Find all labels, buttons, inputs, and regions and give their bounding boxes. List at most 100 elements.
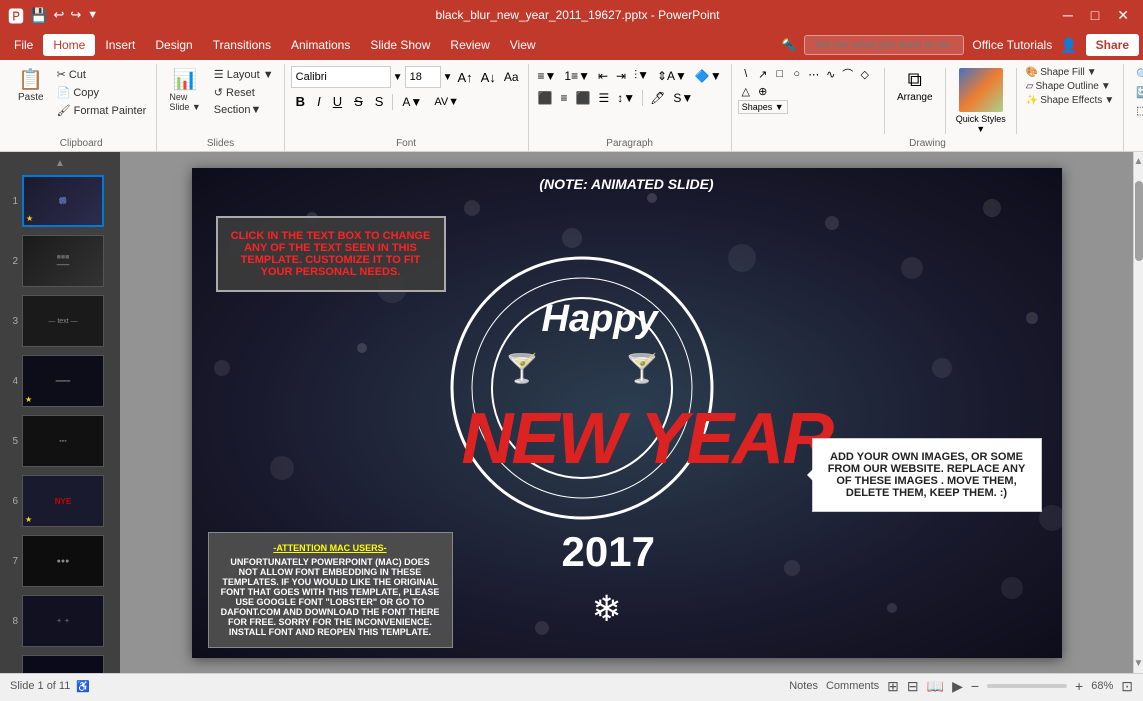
shape-outline-button[interactable]: ▱ Shape Outline ▼	[1023, 80, 1117, 93]
comments-button[interactable]: Comments	[826, 680, 879, 692]
highlight-button[interactable]: 🖊	[647, 89, 668, 107]
menu-file[interactable]: File	[4, 34, 43, 56]
menu-animations[interactable]: Animations	[281, 34, 360, 56]
reading-view-button[interactable]: 📖	[927, 678, 944, 695]
copy-button[interactable]: 📄 Copy	[53, 84, 151, 101]
underline-button[interactable]: U	[328, 92, 347, 111]
reset-button[interactable]: ↺ Reset	[210, 84, 278, 101]
align-center-button[interactable]: ≡	[557, 89, 570, 107]
slide-scroll-up[interactable]: ▲	[4, 158, 116, 169]
menu-transitions[interactable]: Transitions	[203, 34, 281, 56]
slide-sorter-button[interactable]: ⊟	[907, 678, 919, 695]
new-slide-button[interactable]: 📊 NewSlide ▼	[163, 66, 206, 116]
slide-thumb-5[interactable]: 5 ▪▪▪	[4, 413, 116, 469]
numbering-button[interactable]: 1≡▼	[561, 67, 593, 85]
menu-view[interactable]: View	[500, 34, 546, 56]
save-icon[interactable]: 💾	[30, 7, 47, 24]
slide-thumb-3[interactable]: 3 — text —	[4, 293, 116, 349]
shadow-text-button[interactable]: S▼	[670, 89, 696, 107]
scroll-thumb[interactable]	[1135, 181, 1143, 261]
menu-insert[interactable]: Insert	[95, 34, 145, 56]
bullets-button[interactable]: ≡▼	[535, 67, 560, 85]
section-button[interactable]: Section ▼	[210, 102, 278, 118]
slide-thumb-8[interactable]: 8 ✦ ✦	[4, 593, 116, 649]
align-left-button[interactable]: ⬛	[535, 89, 556, 107]
slide-thumb-6[interactable]: 6 NYE ★	[4, 473, 116, 529]
shape-connector-tool[interactable]: ⌒	[840, 66, 856, 82]
shape-curve-tool[interactable]: ∿	[823, 66, 839, 82]
redo-icon[interactable]: ↪	[70, 7, 81, 23]
office-tutorials-link[interactable]: Office Tutorials	[972, 38, 1052, 52]
decrease-font-button[interactable]: A↓	[478, 69, 499, 86]
shape-triangle-tool[interactable]: △	[738, 83, 754, 99]
shape-extra-tool[interactable]: ⊕	[755, 83, 771, 99]
slide-thumb-4[interactable]: 4 ━━━━ ★	[4, 353, 116, 409]
shape-more-tool[interactable]: ⋯	[806, 66, 822, 82]
select-button[interactable]: ⬚ Select ▼	[1130, 102, 1143, 119]
text-direction-button[interactable]: ⇕A▼	[654, 67, 690, 85]
paste-button[interactable]: 📋 Paste	[12, 66, 50, 107]
shape-line-tool[interactable]: \	[738, 66, 754, 82]
slideshow-view-button[interactable]: ▶	[952, 678, 963, 695]
share-button[interactable]: Share	[1086, 34, 1139, 56]
increase-indent-button[interactable]: ⇥	[613, 67, 629, 85]
shape-arrow-tool[interactable]: ↗	[755, 66, 771, 82]
font-size-dropdown[interactable]: ▼	[443, 72, 453, 83]
maximize-button[interactable]: □	[1085, 5, 1105, 25]
quick-styles-button[interactable]: Quick Styles ▼	[952, 66, 1010, 136]
shapes-expand-button[interactable]: Shapes ▼	[738, 100, 788, 114]
cut-button[interactable]: ✂ Cut	[53, 66, 151, 83]
notes-button[interactable]: Notes	[789, 680, 818, 692]
shape-oval-tool[interactable]: ○	[789, 66, 805, 82]
layout-button[interactable]: ☰ Layout ▼	[210, 66, 278, 83]
align-right-button[interactable]: ⬛	[572, 89, 593, 107]
right-scrollbar[interactable]: ▲ ▼	[1133, 152, 1143, 673]
tell-me-input[interactable]	[804, 35, 964, 55]
shape-fill-button[interactable]: 🎨 Shape Fill ▼	[1023, 66, 1117, 79]
menu-design[interactable]: Design	[145, 34, 202, 56]
menu-slideshow[interactable]: Slide Show	[360, 34, 440, 56]
increase-font-button[interactable]: A↑	[454, 69, 475, 86]
slide-thumb-9[interactable]: 9 ■ ■	[4, 653, 116, 673]
normal-view-button[interactable]: ⊞	[887, 678, 899, 695]
shape-rect-tool[interactable]: □	[772, 66, 788, 82]
line-spacing-button[interactable]: ↕▼	[614, 89, 638, 107]
font-size-input[interactable]	[405, 66, 441, 88]
undo-icon[interactable]: ↩	[53, 7, 64, 23]
speech-bubble[interactable]: ADD YOUR OWN IMAGES, OR SOME FROM OUR WE…	[812, 438, 1042, 512]
font-name-input[interactable]	[291, 66, 391, 88]
slide-panel[interactable]: ▲ 1 🎆 ★ 2 ■■■━━━ 3 — text — 4	[0, 152, 120, 673]
fit-slide-button[interactable]: ⊡	[1121, 678, 1133, 695]
minimize-button[interactable]: ─	[1057, 5, 1079, 25]
slide-thumb-1[interactable]: 1 🎆 ★	[4, 173, 116, 229]
bold-button[interactable]: B	[291, 92, 310, 111]
instruction-box[interactable]: CLICK IN THE TEXT BOX TO CHANGE ANY OF T…	[216, 216, 446, 292]
mac-users-box[interactable]: -ATTENTION MAC USERS- UNFORTUNATELY POWE…	[208, 532, 453, 648]
menu-review[interactable]: Review	[440, 34, 499, 56]
convert-smartart-button[interactable]: 🔷▼	[692, 67, 725, 85]
slide-thumb-7[interactable]: 7 ●●●	[4, 533, 116, 589]
decrease-indent-button[interactable]: ⇤	[595, 67, 611, 85]
format-painter-button[interactable]: 🖌 Format Painter	[53, 102, 151, 119]
columns-button[interactable]: ⫶▼	[631, 66, 652, 85]
strikethrough-button[interactable]: S	[349, 92, 368, 111]
justify-button[interactable]: ☰	[595, 89, 612, 107]
character-spacing-button[interactable]: AV▼	[429, 94, 464, 110]
menu-home[interactable]: Home	[43, 34, 95, 56]
font-color-button[interactable]: A▼	[397, 93, 427, 111]
zoom-slider[interactable]	[987, 684, 1067, 688]
close-button[interactable]: ✕	[1111, 5, 1135, 26]
clear-format-button[interactable]: Aa	[501, 69, 522, 85]
slide-canvas[interactable]: (NOTE: ANIMATED SLIDE) CLICK IN THE TEXT…	[192, 168, 1062, 658]
font-name-dropdown[interactable]: ▼	[393, 72, 403, 83]
zoom-out-button[interactable]: −	[971, 678, 979, 694]
replace-button[interactable]: 🔄 Replace	[1130, 84, 1143, 101]
italic-button[interactable]: I	[312, 92, 326, 111]
arrange-button[interactable]: ⧉ Arrange	[891, 66, 939, 106]
zoom-in-button[interactable]: +	[1075, 678, 1083, 694]
slide-thumb-2[interactable]: 2 ■■■━━━	[4, 233, 116, 289]
find-button[interactable]: 🔍 Find	[1130, 66, 1143, 83]
shape-effects-button[interactable]: ✨ Shape Effects ▼	[1023, 94, 1117, 107]
shape-diamond-tool[interactable]: ◇	[857, 66, 873, 82]
customize-icon[interactable]: ▼	[87, 9, 98, 21]
